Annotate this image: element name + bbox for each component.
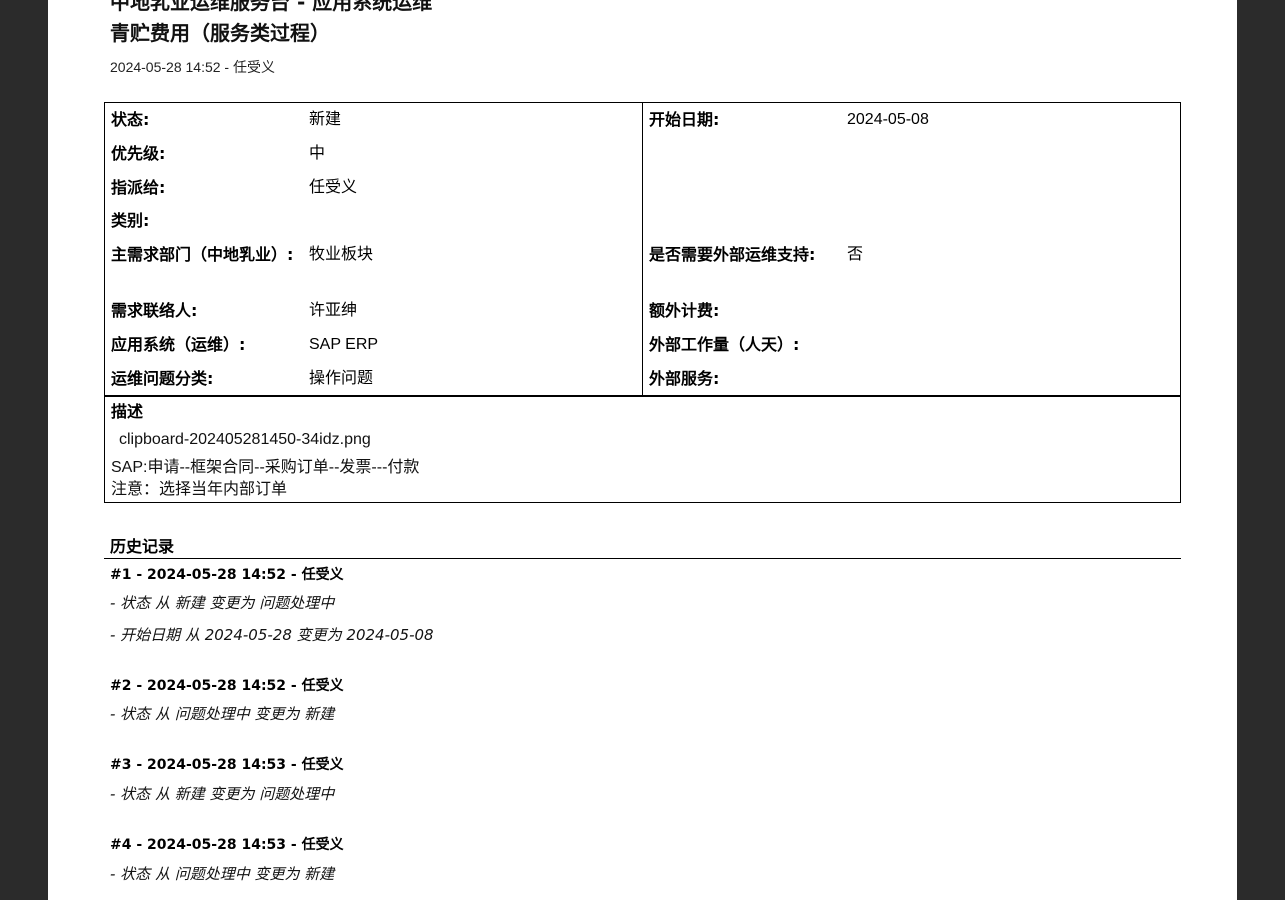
history-entry-header: #4 - 2024-05-28 14:53 - 任受义 [110, 837, 344, 853]
viewer-margin-left [0, 0, 48, 900]
attributes-left-column: 状态: 新建 优先级: 中 指派给: 任受义 类别: 主需求部门（中地乳业）: … [105, 103, 643, 396]
history-entry-detail: - 状态 从 新建 变更为 问题处理中 [110, 594, 335, 612]
document-page: 中地乳业运维服务台 - 应用系统运维 青贮费用（服务类过程） 2024-05-2… [48, 0, 1237, 900]
history-entry-header: #2 - 2024-05-28 14:52 - 任受义 [110, 678, 344, 694]
issue-meta: 2024-05-28 14:52 - 任受义 [110, 59, 275, 75]
history-entry-detail: - 开始日期 从 2024-05-28 变更为 2024-05-08 [110, 626, 434, 644]
description-line: SAP:申请--框架合同--采购订单--发票---付款 [111, 459, 420, 476]
history-entry-detail: - 状态 从 问题处理中 变更为 新建 [110, 865, 335, 883]
history-entry-header: #1 - 2024-05-28 14:52 - 任受义 [110, 567, 344, 583]
description-section: 描述 clipboard-202405281450-34idz.png SAP:… [104, 395, 1181, 503]
attachment-image-placeholder: clipboard-202405281450-34idz.png [119, 431, 371, 448]
history-entry-header: #3 - 2024-05-28 14:53 - 任受义 [110, 757, 344, 773]
project-title: 中地乳业运维服务台 - 应用系统运维 [110, 0, 433, 14]
history-entry-detail: - 状态 从 新建 变更为 问题处理中 [110, 785, 335, 803]
viewer-margin-right [1237, 0, 1285, 900]
history-entry-detail: - 状态 从 问题处理中 变更为 新建 [110, 705, 335, 723]
attributes-table: 状态: 新建 优先级: 中 指派给: 任受义 类别: 主需求部门（中地乳业）: … [104, 102, 1181, 397]
attributes-right-column: 开始日期: 2024-05-08 是否需要外部运维支持: 否 额外计费: 外部工… [649, 110, 929, 388]
issue-title: 青贮费用（服务类过程） [110, 21, 330, 45]
history-divider [104, 558, 1181, 559]
description-note: 注意：选择当年内部订单 [111, 481, 288, 498]
description-label: 描述 [111, 402, 144, 421]
history-heading: 历史记录 [110, 537, 175, 556]
